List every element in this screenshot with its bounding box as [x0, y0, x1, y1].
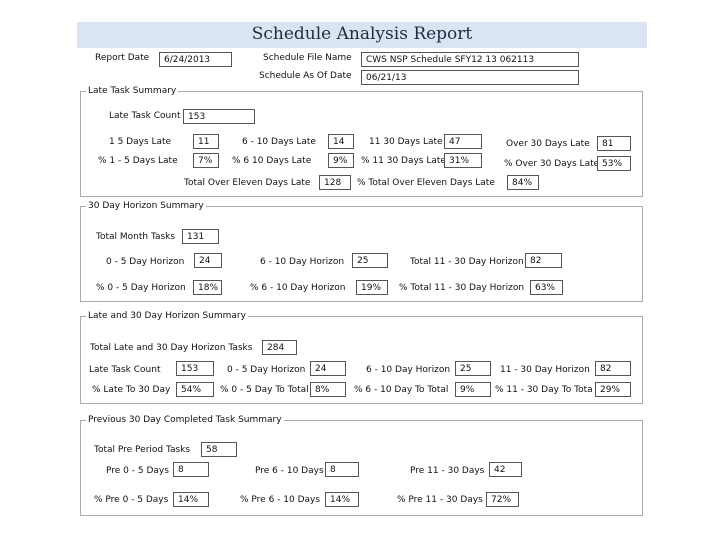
combined-0-5-field[interactable]: 24	[310, 361, 346, 376]
combined-6-10-field[interactable]: 25	[455, 361, 491, 376]
pct-total-over-eleven-field[interactable]: 84%	[507, 175, 539, 190]
pct-11-30-to-total-field[interactable]: 29%	[595, 382, 631, 397]
as-of-date-field[interactable]: 06/21/13	[361, 70, 579, 85]
late-11-30-label: 11 30 Days Late	[369, 137, 443, 147]
late-1-5-label: 1 5 Days Late	[109, 137, 172, 147]
horizon-11-30-field[interactable]: 82	[525, 253, 562, 268]
late-task-summary-title: Late Task Summary	[86, 85, 179, 97]
pct-total-over-eleven-label: % Total Over Eleven Days Late	[357, 178, 495, 188]
report-date-label: Report Date	[95, 53, 150, 63]
combined-late-count-field[interactable]: 153	[176, 361, 214, 376]
horizon-6-10-label: 6 - 10 Day Horizon	[260, 257, 345, 267]
pct-pre-0-5-label: % Pre 0 - 5 Days	[94, 495, 169, 505]
combined-11-30-label: 11 - 30 Day Horizon	[500, 365, 590, 375]
report-title: Schedule Analysis Report	[251, 24, 473, 44]
late-11-30-field[interactable]: 47	[444, 134, 482, 149]
horizon-6-10-field[interactable]: 25	[352, 253, 388, 268]
pct-horizon-11-30-label: % Total 11 - 30 Day Horizon	[399, 283, 525, 293]
report-date-field[interactable]: 6/24/2013	[159, 52, 232, 67]
total-late-horizon-field[interactable]: 284	[262, 340, 297, 355]
pct-late-1-5-label: % 1 - 5 Days Late	[98, 156, 178, 166]
pct-11-30-to-total-label: % 11 - 30 Day To Total	[495, 385, 593, 395]
late-6-10-field[interactable]: 14	[328, 134, 354, 149]
pct-late-1-5-field[interactable]: 7%	[193, 153, 219, 168]
pre-6-10-field[interactable]: 8	[325, 462, 359, 477]
pct-horizon-0-5-field[interactable]: 18%	[193, 280, 222, 295]
pct-6-10-to-total-field[interactable]: 9%	[455, 382, 491, 397]
pct-late-6-10-field[interactable]: 9%	[328, 153, 354, 168]
pct-horizon-0-5-label: % 0 - 5 Day Horizon	[96, 283, 186, 293]
late-over-30-label: Over 30 Days Late	[506, 139, 590, 149]
pre-6-10-label: Pre 6 - 10 Days	[255, 466, 324, 476]
pre-11-30-label: Pre 11 - 30 Days	[410, 466, 485, 476]
total-month-tasks-label: Total Month Tasks	[96, 232, 176, 242]
total-over-eleven-field[interactable]: 128	[319, 175, 351, 190]
as-of-date-label: Schedule As Of Date	[259, 71, 352, 81]
pct-pre-0-5-field[interactable]: 14%	[173, 492, 209, 507]
late-task-count-label: Late Task Count	[109, 111, 181, 121]
total-pre-period-field[interactable]: 58	[201, 442, 237, 457]
pct-late-6-10-label: % 6 10 Days Late	[232, 156, 312, 166]
combined-11-30-field[interactable]: 82	[595, 361, 631, 376]
horizon-0-5-field[interactable]: 24	[194, 253, 222, 268]
combined-0-5-label: 0 - 5 Day Horizon	[227, 365, 306, 375]
pct-horizon-11-30-field[interactable]: 63%	[530, 280, 563, 295]
combined-6-10-label: 6 - 10 Day Horizon	[366, 365, 451, 375]
total-pre-period-label: Total Pre Period Tasks	[94, 445, 191, 455]
combined-late-count-label: Late Task Count	[89, 365, 161, 375]
horizon-0-5-label: 0 - 5 Day Horizon	[106, 257, 185, 267]
pct-pre-11-30-field[interactable]: 72%	[486, 492, 519, 507]
pct-horizon-6-10-field[interactable]: 19%	[356, 280, 388, 295]
file-name-label: Schedule File Name	[263, 53, 352, 63]
pct-pre-11-30-label: % Pre 11 - 30 Days	[397, 495, 483, 505]
horizon-summary-title: 30 Day Horizon Summary	[86, 200, 206, 212]
file-name-field[interactable]: CWS NSP Schedule SFY12 13 062113	[361, 52, 579, 67]
late-6-10-label: 6 - 10 Days Late	[242, 137, 316, 147]
pct-0-5-to-total-label: % 0 - 5 Day To Total	[220, 385, 309, 395]
late-1-5-field[interactable]: 11	[193, 134, 219, 149]
pct-pre-6-10-field[interactable]: 14%	[325, 492, 359, 507]
pct-0-5-to-total-field[interactable]: 8%	[310, 382, 346, 397]
pct-6-10-to-total-label: % 6 - 10 Day To Total	[354, 385, 449, 395]
pct-late-over-30-field[interactable]: 53%	[597, 156, 631, 171]
pct-late-over-30-label: % Over 30 Days Late	[504, 159, 600, 169]
total-over-eleven-label: Total Over Eleven Days Late	[184, 178, 311, 188]
pct-late-to-30-field[interactable]: 54%	[176, 382, 214, 397]
previous-summary-title: Previous 30 Day Completed Task Summary	[86, 414, 284, 426]
combined-summary-title: Late and 30 Day Horizon Summary	[86, 310, 248, 322]
pct-late-11-30-label: % 11 30 Days Late	[361, 156, 446, 166]
pct-late-11-30-field[interactable]: 31%	[444, 153, 482, 168]
pre-0-5-field[interactable]: 8	[173, 462, 209, 477]
pct-horizon-6-10-label: % 6 - 10 Day Horizon	[250, 283, 346, 293]
total-late-horizon-label: Total Late and 30 Day Horizon Tasks	[90, 343, 253, 353]
pre-11-30-field[interactable]: 42	[489, 462, 522, 477]
total-month-tasks-field[interactable]: 131	[182, 229, 219, 244]
pre-0-5-label: Pre 0 - 5 Days	[106, 466, 169, 476]
horizon-11-30-label: Total 11 - 30 Day Horizon	[410, 257, 524, 267]
pct-pre-6-10-label: % Pre 6 - 10 Days	[240, 495, 321, 505]
pct-late-to-30-label: % Late To 30 Day	[92, 385, 171, 395]
late-over-30-field[interactable]: 81	[597, 136, 631, 151]
late-task-count-field[interactable]: 153	[183, 109, 255, 124]
